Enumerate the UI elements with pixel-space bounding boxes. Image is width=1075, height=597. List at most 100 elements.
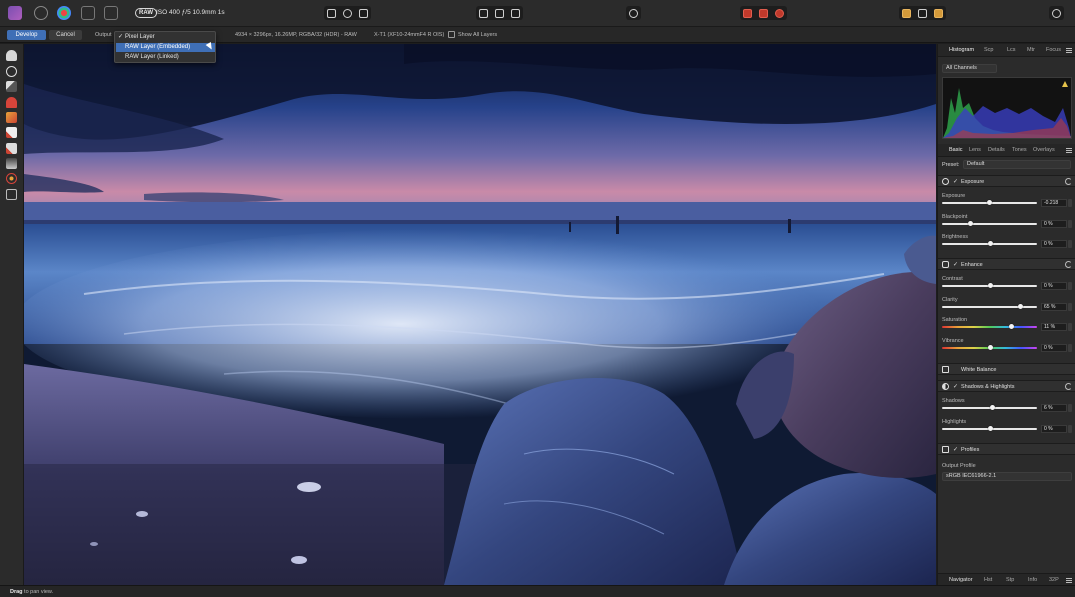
slider-value-field[interactable]: 0 %	[1041, 219, 1067, 228]
zoom-tool-icon[interactable]	[6, 66, 17, 77]
profiles-section-header[interactable]: ✓ Profiles	[938, 443, 1075, 455]
photo-persona-icon[interactable]	[8, 6, 22, 20]
quick-mask-icon[interactable]	[775, 8, 784, 18]
red-eye-tool-icon[interactable]	[6, 97, 17, 108]
slider-track[interactable]	[942, 200, 1037, 205]
slider-track[interactable]	[942, 303, 1037, 309]
slider-track[interactable]	[942, 283, 1037, 288]
tab-navigator[interactable]: Navigator	[949, 577, 973, 583]
hand-tool-icon[interactable]	[6, 50, 17, 61]
overlay-erase-tool-icon[interactable]	[6, 143, 17, 154]
reset-icon[interactable]	[1065, 383, 1072, 390]
tab-details[interactable]: Details	[988, 147, 1005, 153]
navigator-menu-icon[interactable]	[1066, 578, 1072, 583]
slider-value-field[interactable]: 11 %	[1041, 323, 1067, 331]
slider-knob[interactable]	[1017, 303, 1023, 309]
tab-32p[interactable]: 32P	[1049, 577, 1059, 583]
align-icon[interactable]	[918, 8, 927, 18]
slider-knob[interactable]	[987, 283, 993, 288]
panel-menu-icon[interactable]	[1066, 48, 1072, 53]
assistant-icon[interactable]	[629, 8, 638, 18]
split-view-icon[interactable]	[327, 8, 336, 18]
reset-icon[interactable]	[1065, 261, 1072, 268]
slider-track[interactable]	[942, 405, 1037, 410]
slider-knob[interactable]	[987, 344, 993, 350]
value-stepper[interactable]	[1068, 323, 1072, 331]
slider-value-field[interactable]: 6 %	[1041, 404, 1067, 412]
preset-select[interactable]: Default	[963, 160, 1071, 169]
cancel-button[interactable]: Cancel	[49, 30, 82, 40]
overlay-gradient-tool-icon[interactable]	[6, 158, 17, 169]
tone-mapping-persona-icon[interactable]	[81, 6, 95, 20]
overlay-paint-tool-icon[interactable]	[6, 127, 17, 138]
channel-select[interactable]: All Channels	[942, 64, 997, 73]
slider-knob[interactable]	[987, 425, 993, 431]
slider-track[interactable]	[942, 324, 1037, 329]
mask-icon[interactable]	[743, 8, 752, 18]
slider-track[interactable]	[942, 425, 1037, 431]
transform-icon[interactable]	[934, 8, 943, 18]
slider-knob[interactable]	[967, 220, 973, 226]
shadows-highlights-enable-check[interactable]: ✓	[953, 383, 958, 390]
tab-history[interactable]: Hst	[984, 577, 992, 583]
tab-info[interactable]: Info	[1028, 577, 1037, 583]
shadows-highlights-section-header[interactable]: ✓ Shadows & Highlights	[938, 380, 1075, 392]
mirror-view-icon[interactable]	[343, 8, 352, 18]
exposure-section-header[interactable]: ✓ Exposure	[938, 175, 1075, 187]
value-stepper[interactable]	[1068, 404, 1072, 412]
exposure-enable-check[interactable]: ✓	[953, 178, 958, 185]
value-stepper[interactable]	[1068, 282, 1072, 290]
slider-knob[interactable]	[1009, 324, 1015, 329]
develop-menu-icon[interactable]	[1066, 148, 1072, 153]
slider-value-field[interactable]: 0 %	[1041, 282, 1067, 290]
tab-lens[interactable]: Lens	[969, 147, 981, 153]
develop-button[interactable]: Develop	[7, 30, 46, 40]
develop-persona-icon[interactable]	[57, 6, 71, 20]
clipping-warning-icon[interactable]	[1062, 81, 1068, 87]
menu-item-raw-linked[interactable]: RAW Layer (Linked)	[116, 53, 215, 62]
slider-value-field[interactable]: -0.218	[1041, 199, 1067, 207]
value-stepper[interactable]	[1068, 240, 1072, 248]
output-profile-select[interactable]: sRGB IEC61966-2.1	[942, 472, 1072, 481]
selection-icon[interactable]	[759, 8, 768, 18]
tab-basic[interactable]: Basic	[949, 147, 962, 153]
show-all-layers-checkbox[interactable]	[448, 31, 455, 38]
photo-canvas[interactable]	[24, 44, 936, 585]
value-stepper[interactable]	[1068, 343, 1072, 352]
value-stepper[interactable]	[1068, 199, 1072, 207]
slider-track[interactable]	[942, 241, 1037, 246]
tab-tones[interactable]: Tones	[1012, 147, 1027, 153]
clipped-highlights-icon[interactable]	[495, 8, 504, 18]
menu-item-pixel-layer[interactable]: ✓ Pixel Layer	[116, 33, 215, 42]
slider-knob[interactable]	[990, 405, 996, 410]
account-icon[interactable]	[1052, 8, 1061, 18]
snapping-icon[interactable]	[902, 8, 911, 18]
white-balance-tool-icon[interactable]	[6, 81, 17, 92]
clipped-tones-icon[interactable]	[479, 8, 488, 18]
enhance-enable-check[interactable]: ✓	[953, 261, 958, 268]
tab-lcs[interactable]: Lcs	[1007, 47, 1016, 53]
value-stepper[interactable]	[1068, 302, 1072, 311]
reset-icon[interactable]	[1065, 178, 1072, 185]
tab-mtr[interactable]: Mtr	[1027, 47, 1035, 53]
slider-knob[interactable]	[987, 241, 993, 246]
white-balance-section-header[interactable]: White Balance	[938, 363, 1075, 375]
value-stepper[interactable]	[1068, 219, 1072, 228]
tab-focus[interactable]: Focus	[1046, 47, 1061, 53]
slider-value-field[interactable]: 0 %	[1041, 343, 1067, 352]
slider-knob[interactable]	[986, 200, 992, 205]
slider-value-field[interactable]: 0 %	[1041, 240, 1067, 248]
tab-histogram[interactable]: Histogram	[949, 47, 974, 53]
enhance-section-header[interactable]: ✓ Enhance	[938, 258, 1075, 270]
crop-tool-icon[interactable]	[6, 189, 17, 200]
tab-snapshots[interactable]: Stp	[1006, 577, 1014, 583]
slider-track[interactable]	[942, 220, 1037, 226]
tab-scope[interactable]: Scp	[984, 47, 993, 53]
slider-value-field[interactable]: 65 %	[1041, 302, 1067, 311]
value-stepper[interactable]	[1068, 424, 1072, 433]
slider-value-field[interactable]: 0 %	[1041, 424, 1067, 433]
profiles-enable-check[interactable]: ✓	[953, 446, 958, 453]
tab-overlays[interactable]: Overlays	[1033, 147, 1055, 153]
menu-item-raw-embedded[interactable]: RAW Layer (Embedded)	[116, 41, 215, 52]
red-eye-removal-icon[interactable]	[6, 173, 17, 184]
